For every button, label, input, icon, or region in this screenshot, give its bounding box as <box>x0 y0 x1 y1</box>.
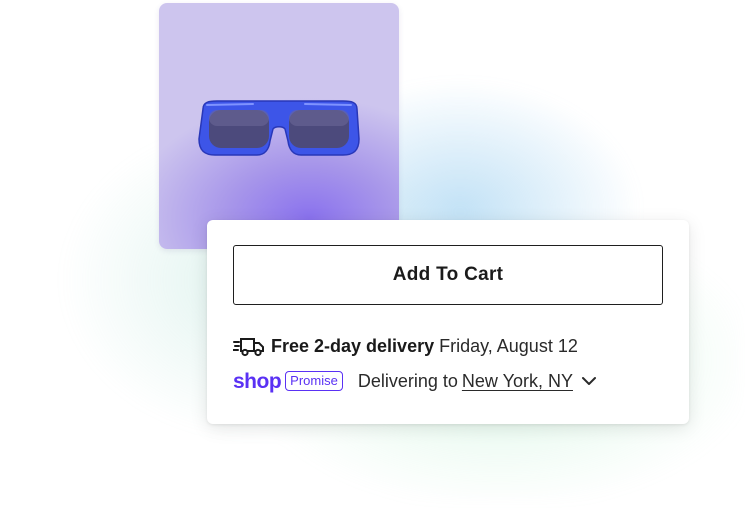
sunglasses-icon <box>198 100 360 156</box>
product-image-card <box>159 3 399 249</box>
truck-icon <box>233 335 265 357</box>
chevron-down-icon[interactable] <box>581 376 597 386</box>
delivering-label: Delivering to <box>357 370 458 391</box>
delivery-location-link[interactable]: New York, NY <box>462 371 573 392</box>
shop-promise-row: shop Promise Delivering to New York, NY <box>233 368 597 394</box>
add-to-cart-button[interactable]: Add To Cart <box>233 245 663 305</box>
purchase-panel: Add To Cart Free 2-day delivery Friday, … <box>207 220 689 424</box>
shop-logo: shop <box>233 369 282 393</box>
delivery-date: Friday, August 12 <box>439 335 578 356</box>
delivery-info: Free 2-day delivery Friday, August 12 <box>233 334 578 358</box>
promise-badge: Promise <box>285 371 343 391</box>
delivery-headline: Free 2-day delivery <box>271 335 435 356</box>
